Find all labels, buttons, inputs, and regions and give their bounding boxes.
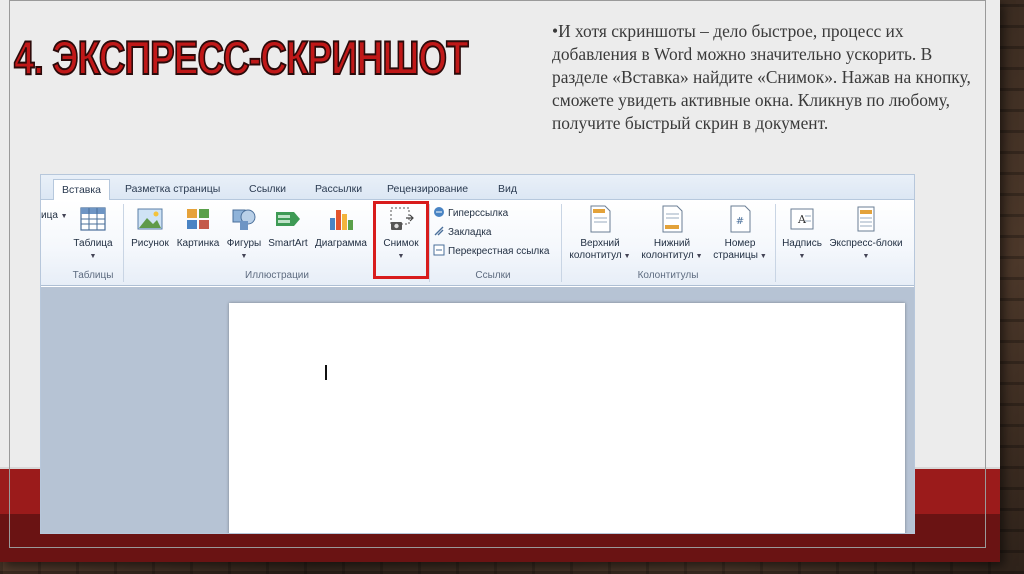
textbox-button[interactable]: A Надпись ▼ — [779, 204, 825, 263]
shapes-button[interactable]: Фигуры ▼ — [223, 204, 265, 263]
picture-icon — [137, 208, 163, 230]
header-label-2: колонтитул — [569, 250, 622, 261]
hyperlink-button[interactable]: Гиперссылка — [433, 206, 508, 222]
crossref-icon — [433, 244, 445, 256]
footer-label-2: колонтитул — [641, 250, 694, 261]
tab-references[interactable]: Ссылки — [249, 179, 286, 200]
group-label-links: Ссылки — [475, 270, 511, 281]
clipart-icon — [187, 209, 209, 229]
document-page[interactable] — [229, 303, 905, 533]
page-number-label-2: страницы — [713, 250, 758, 261]
footer-button[interactable]: Нижний колонтитул ▼ — [639, 204, 705, 263]
hyperlink-label: Гиперссылка — [448, 208, 509, 219]
smartart-button[interactable]: SmartArt — [265, 204, 311, 250]
smartart-icon — [276, 212, 300, 226]
chart-label: Диаграмма — [314, 238, 367, 249]
smartart-label: SmartArt — [268, 238, 308, 249]
text-cursor — [325, 365, 327, 380]
bookmark-icon — [434, 226, 444, 236]
footer-label-1: Нижний — [653, 238, 691, 249]
tab-page-layout[interactable]: Разметка страницы — [125, 179, 220, 200]
table-icon — [80, 207, 106, 231]
slide-body-text: •И хотя скриншоты – дело быстрое, процес… — [552, 21, 971, 133]
group-label-header-footer: Колонтитулы — [637, 270, 699, 281]
table-label: Таблица — [73, 238, 113, 249]
header-label-1: Верхний — [580, 238, 620, 249]
textbox-label: Надпись — [782, 238, 822, 249]
tab-insert[interactable]: Вставка — [53, 179, 111, 201]
page-number-button[interactable]: # Номер страницы ▼ — [711, 204, 769, 263]
slide: 4. ЭКСПРЕСС-СКРИНШОТ •И хотя скриншоты –… — [0, 0, 1000, 562]
slide-title: 4. ЭКСПРЕСС-СКРИНШОТ — [13, 30, 469, 85]
tab-mailings[interactable]: Рассылки — [315, 179, 362, 200]
quickparts-label: Экспресс-блоки — [829, 238, 903, 249]
page-number-label-1: Номер — [724, 238, 756, 249]
ribbon-tabs: Вставка Разметка страницы Ссылки Рассылк… — [41, 175, 914, 201]
quickparts-icon — [857, 206, 875, 232]
picture-button[interactable]: Рисунок — [127, 204, 173, 250]
chart-icon — [330, 210, 353, 230]
word-window-screenshot: Вставка Разметка страницы Ссылки Рассылк… — [40, 174, 915, 534]
group-label-tables: Таблицы — [72, 270, 114, 281]
clipart-label: Картинка — [176, 238, 220, 249]
header-button[interactable]: Верхний колонтитул ▼ — [567, 204, 633, 263]
svg-text:A: A — [797, 213, 807, 226]
chart-button[interactable]: Диаграмма — [311, 204, 371, 250]
page-number-icon: # — [730, 205, 751, 233]
ribbon-insert: ица ▼ Таблица ▼ Таблицы Рисунок Картинка… — [41, 200, 914, 286]
tab-view[interactable]: Вид — [498, 179, 517, 200]
screenshot-highlight-frame — [373, 201, 429, 279]
table-button[interactable]: Таблица ▼ — [65, 204, 121, 263]
crossref-button[interactable]: Перекрестная ссылка — [433, 244, 549, 260]
crossref-label: Перекрестная ссылка — [448, 246, 550, 257]
document-area — [41, 287, 914, 533]
shapes-icon — [232, 209, 256, 230]
bookmark-button[interactable]: Закладка — [433, 225, 491, 241]
quickparts-button[interactable]: Экспресс-блоки ▼ — [827, 204, 905, 263]
partial-left-label: ица — [41, 210, 58, 221]
textbox-icon: A — [790, 208, 814, 230]
svg-text:#: # — [736, 216, 744, 227]
tab-review[interactable]: Рецензирование — [387, 179, 468, 200]
hyperlink-icon — [434, 207, 444, 217]
footer-icon — [662, 205, 683, 233]
shapes-label: Фигуры — [226, 238, 262, 249]
picture-label: Рисунок — [131, 238, 169, 249]
dropdown-arrow-icon: ▼ — [89, 253, 97, 260]
clipart-button[interactable]: Картинка — [173, 204, 223, 250]
bookmark-label: Закладка — [448, 227, 492, 238]
header-icon — [590, 205, 611, 233]
